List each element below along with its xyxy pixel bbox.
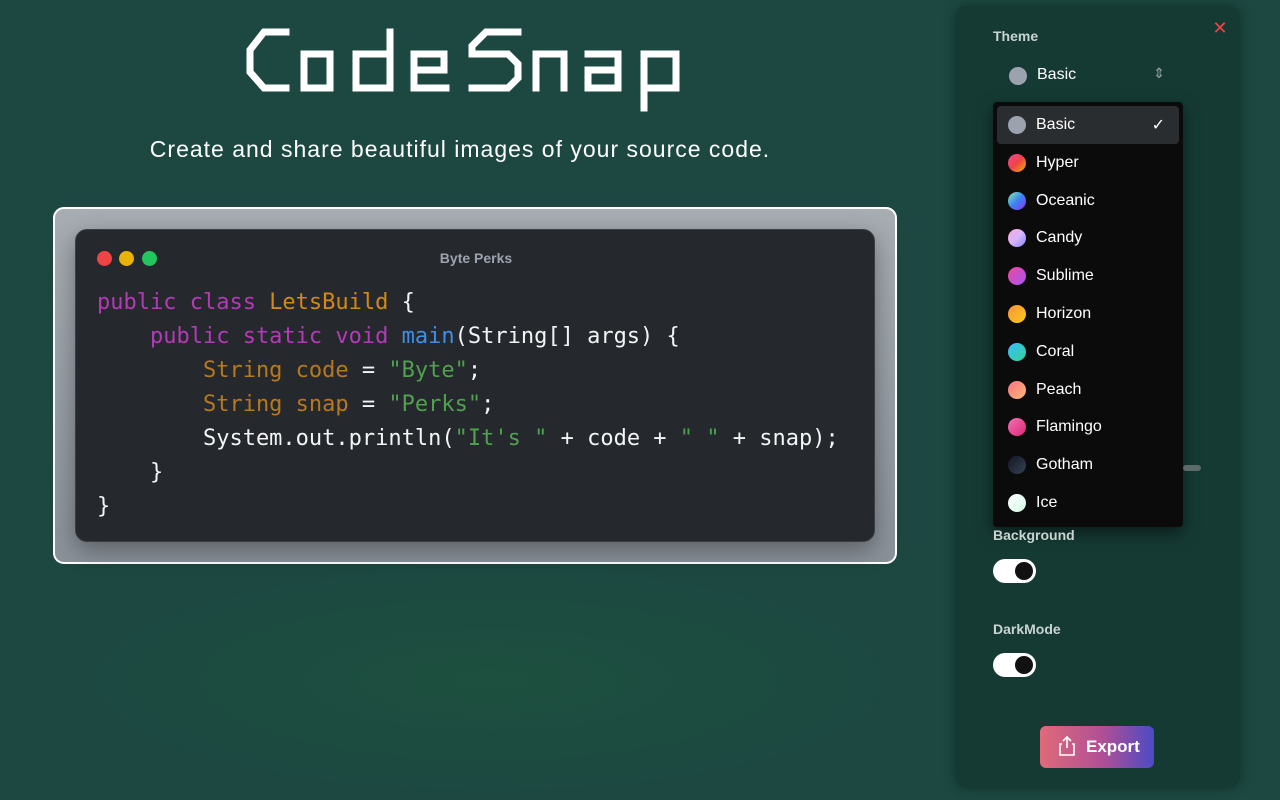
code-token: = (348, 392, 389, 417)
theme-select[interactable]: Basic ⇕ (993, 60, 1173, 92)
theme-swatch-icon (1008, 456, 1026, 475)
theme-swatch-icon (1008, 116, 1026, 134)
theme-option-label: Candy (1036, 229, 1083, 247)
theme-option-candy[interactable]: Candy (997, 219, 1179, 257)
theme-option-label: Oceanic (1036, 191, 1095, 209)
theme-option-ice[interactable]: Ice (997, 484, 1179, 522)
theme-option-gotham[interactable]: Gotham (997, 446, 1179, 484)
code-line: String snap = "Perks"; (97, 388, 839, 422)
theme-option-label: Horizon (1036, 304, 1092, 322)
code-token: public class (97, 290, 270, 315)
code-snap-logo (246, 28, 680, 112)
theme-swatch-icon (1008, 418, 1026, 437)
theme-option-coral[interactable]: Coral (997, 333, 1179, 371)
code-token: String code (97, 358, 349, 383)
code-token: public static void (97, 324, 402, 349)
code-token: " " (679, 426, 720, 451)
theme-option-oceanic[interactable]: Oceanic (997, 182, 1179, 220)
theme-swatch-icon (1008, 153, 1026, 172)
toggle-knob (1015, 562, 1033, 580)
code-token: + code + (547, 426, 680, 451)
code-line: } (97, 456, 839, 490)
chevron-updown-icon: ⇕ (1153, 65, 1165, 81)
theme-label: Theme (993, 28, 1039, 44)
background-toggle[interactable] (993, 559, 1036, 583)
code-token: = (348, 358, 389, 383)
theme-swatch-icon (1008, 380, 1026, 399)
export-button[interactable]: Export (1040, 726, 1154, 768)
close-icon[interactable]: ✕ (1210, 18, 1230, 38)
tagline: Create and share beautiful images of you… (149, 136, 771, 162)
theme-option-label: Hyper (1036, 153, 1079, 171)
code-window: Byte Perks public class LetsBuild { publ… (75, 229, 875, 542)
theme-option-label: Gotham (1036, 456, 1093, 474)
theme-swatch-icon (1008, 229, 1026, 248)
theme-option-sublime[interactable]: Sublime (997, 257, 1179, 295)
theme-dropdown-menu: Basic ✓ Hyper Oceanic Candy Sublime Horizon Cor… (993, 102, 1183, 527)
background-glow (60, 560, 920, 800)
code-token: (String[] args) { (454, 324, 680, 349)
theme-option-label: Coral (1036, 342, 1075, 360)
checkmark-icon: ✓ (1151, 117, 1165, 134)
code-token: } (97, 494, 111, 519)
code-token: } (97, 460, 164, 485)
code-token: "Perks" (388, 392, 482, 417)
code-token: main (401, 324, 455, 349)
theme-swatch-icon (1008, 304, 1026, 323)
code-token: + snap); (719, 426, 839, 451)
code-token: "Byte" (388, 358, 468, 383)
code-token: ; (481, 392, 495, 417)
theme-option-label: Ice (1036, 493, 1058, 511)
theme-swatch-icon (1008, 267, 1026, 286)
code-line: String code = "Byte"; (97, 354, 839, 388)
slider-track[interactable] (1183, 465, 1201, 471)
code-token: "It's " (454, 426, 548, 451)
theme-option-label: Sublime (1036, 267, 1094, 285)
code-editor[interactable]: public class LetsBuild { public static v… (97, 286, 839, 524)
theme-option-flamingo[interactable]: Flamingo (997, 408, 1179, 446)
theme-swatch-icon (1008, 342, 1026, 361)
toggle-knob (1015, 656, 1033, 674)
theme-swatch-icon (1008, 493, 1026, 512)
theme-select-value: Basic (1037, 66, 1077, 83)
theme-swatch-icon (1008, 191, 1026, 210)
code-line: public class LetsBuild { (97, 286, 839, 320)
theme-option-label: Flamingo (1036, 418, 1102, 436)
code-line: public static void main(String[] args) { (97, 320, 839, 354)
theme-option-basic[interactable]: Basic ✓ (997, 106, 1179, 144)
code-line: System.out.println("It's " + code + " " … (97, 422, 839, 456)
theme-swatch-icon (1009, 67, 1027, 85)
background-label: Background (993, 527, 1075, 543)
theme-option-peach[interactable]: Peach (997, 371, 1179, 409)
window-title[interactable]: Byte Perks (76, 250, 876, 266)
export-label: Export (1086, 737, 1140, 756)
code-token: LetsBuild (269, 290, 389, 315)
code-token: ; (467, 358, 482, 383)
share-icon (1059, 735, 1075, 756)
code-token: String snap (97, 392, 349, 417)
theme-option-horizon[interactable]: Horizon (997, 295, 1179, 333)
theme-option-label: Basic (1036, 116, 1076, 133)
code-token: System.out.println( (97, 426, 455, 451)
theme-option-label: Peach (1036, 380, 1082, 398)
darkmode-label: DarkMode (993, 621, 1061, 637)
theme-option-hyper[interactable]: Hyper (997, 144, 1179, 182)
code-token: { (388, 290, 415, 315)
code-line: } (97, 490, 839, 524)
darkmode-toggle[interactable] (993, 653, 1036, 677)
